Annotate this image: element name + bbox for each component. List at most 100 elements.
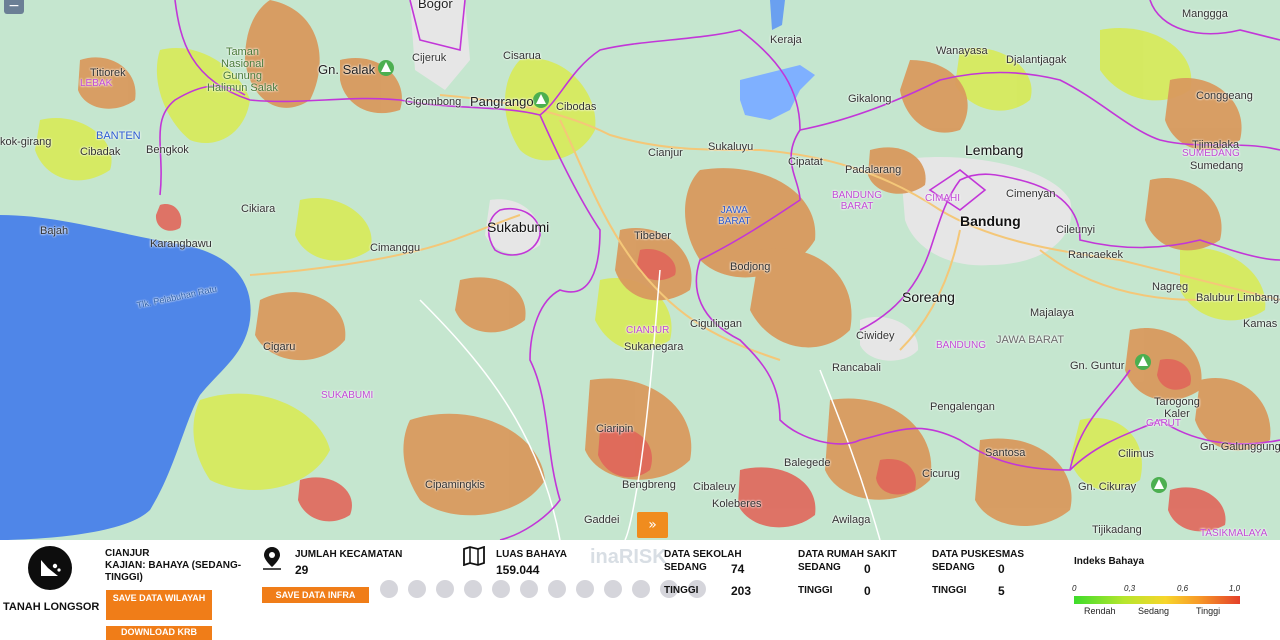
kecamatan-title: JUMLAH KECAMATAN (295, 549, 403, 560)
map-label: Keraja (770, 34, 802, 46)
map-label: Bogor (418, 0, 453, 11)
puskesmas-sedang-label: SEDANG (932, 562, 975, 573)
legend-color-bar (1074, 596, 1240, 604)
puskesmas-title: DATA PUSKESMAS (932, 549, 1025, 560)
map-label: Lembang (965, 142, 1024, 158)
map-label: Cibadak (80, 146, 121, 158)
map-label: Awilaga (832, 514, 871, 526)
map-label: Ciaripin (596, 423, 634, 435)
map-label: Djalantjagak (1006, 54, 1067, 66)
rumah-sakit-tinggi-label: TINGGI (798, 585, 833, 596)
landslide-icon (28, 546, 72, 590)
legend-class-label: Tinggi (1196, 606, 1221, 616)
download-krb-button[interactable]: DOWNLOAD KRB (106, 626, 212, 640)
map-label: Sukaluyu (708, 141, 754, 153)
map-label: Cibaleuy (693, 481, 736, 493)
map-label: Gn. Salak (318, 62, 376, 77)
map-label: Soreang (902, 289, 955, 305)
double-chevron-down-icon: » (648, 517, 657, 533)
map-label: Bodjong (730, 261, 771, 273)
map-label: Majalaya (1030, 307, 1075, 319)
map-label: SUKABUMI (321, 390, 374, 401)
rumah-sakit-title: DATA RUMAH SAKIT (798, 549, 897, 560)
map-label: Kamas (1243, 318, 1278, 330)
luas-title: LUAS BAHAYA (496, 549, 567, 560)
map-label: Wanayasa (936, 45, 988, 57)
map-label: Santosa (985, 447, 1026, 459)
hazard-map[interactable]: − Bogor Cijeruk Cisarua Keraja Wanayasa … (0, 0, 1280, 540)
puskesmas-tinggi-label: TINGGI (932, 585, 967, 596)
hazard-name: TANAH LONGSOR (3, 601, 100, 613)
sekolah-tinggi-value: 203 (731, 584, 752, 598)
map-label: GARUT (1146, 418, 1181, 429)
map-label: JAWA BARAT (718, 205, 751, 227)
legend-tick: 0 (1072, 584, 1077, 593)
legend-title: Indeks Bahaya (1074, 556, 1145, 567)
map-label: Gikalong (848, 93, 892, 105)
sekolah-sedang-label: SEDANG (664, 562, 707, 573)
map-label: Cilimus (1118, 448, 1155, 460)
save-infra-data-button[interactable]: SAVE DATA INFRA (262, 587, 369, 603)
map-label: Cisarua (503, 50, 541, 62)
map-label: Gn. Guntur (1070, 360, 1125, 372)
map-label: Ciwidey (856, 330, 895, 342)
map-label: Bajah (40, 225, 69, 237)
map-label: Cigulingan (690, 318, 742, 330)
map-label: Cijeruk (412, 52, 447, 64)
map-label: kok-girang (0, 136, 52, 148)
map-label: Tibeber (634, 230, 671, 242)
map-label: Gn. Galunggung (1200, 441, 1280, 453)
map-label: Sukabumi (487, 219, 550, 235)
info-panel: inaRISK TANAH LONGSOR CIANJUR KAJIAN: BA… (0, 540, 1280, 640)
map-label: SUMEDANG (1182, 148, 1240, 159)
map-label: Bengkok (146, 144, 189, 156)
map-label: TASIKMALAYA (1200, 528, 1268, 539)
legend-class-label: Sedang (1138, 606, 1170, 616)
rumah-sakit-sedang-label: SEDANG (798, 562, 841, 573)
map-label: Rancaekek (1068, 249, 1124, 261)
map-label: Pangrango (470, 94, 534, 109)
map-label: Bandung (960, 213, 1021, 229)
map-label: Gaddei (584, 514, 620, 526)
map-label: Cicurug (922, 468, 960, 480)
sekolah-sedang-value: 74 (731, 562, 745, 576)
map-label: Rancabali (832, 362, 881, 374)
map-label: Cigombong (405, 96, 462, 108)
expand-panel-button[interactable]: » (637, 512, 668, 538)
save-region-data-button[interactable]: SAVE DATA WILAYAH (106, 590, 212, 620)
map-label: Gn. Cikuray (1078, 481, 1137, 493)
map-label: BANTEN (96, 130, 141, 142)
map-label: Pengalengan (930, 401, 995, 413)
map-label: Balegede (784, 457, 831, 469)
rumah-sakit-sedang-value: 0 (864, 562, 871, 576)
map-label: Cipamingkis (425, 479, 485, 491)
map-label: Cikiara (241, 203, 276, 215)
map-label: Koleberes (712, 498, 762, 510)
map-label: LEBAK (80, 78, 113, 89)
legend-tick: 0,3 (1124, 584, 1136, 593)
map-label: Karangbawu (150, 238, 212, 250)
sekolah-title: DATA SEKOLAH (664, 549, 742, 560)
map-label: Nagreg (1152, 281, 1189, 293)
folded-map-icon (463, 545, 485, 571)
map-label: Cibodas (556, 101, 597, 113)
legend-tick: 1,0 (1229, 584, 1241, 593)
map-label: Conggeang (1196, 90, 1253, 102)
map-label: Tijikadang (1092, 524, 1142, 536)
kecamatan-value: 29 (295, 563, 309, 577)
zoom-out-button[interactable]: − (4, 0, 24, 14)
map-canvas (0, 0, 1280, 540)
map-label: Cigaru (263, 341, 296, 353)
rumah-sakit-tinggi-value: 0 (864, 584, 871, 598)
luas-value: 159.044 (496, 563, 540, 577)
map-label: Balubur Limbangan (1196, 292, 1280, 304)
map-label: Cimanggu (370, 242, 421, 254)
region-info: CIANJUR KAJIAN: BAHAYA (SEDANG-TINGGI) (105, 548, 245, 584)
puskesmas-sedang-value: 0 (998, 562, 1005, 576)
region-study: KAJIAN: BAHAYA (SEDANG-TINGGI) (105, 560, 242, 583)
map-label: JAWA BARAT (996, 334, 1065, 346)
map-label: BANDUNG BARAT (832, 190, 883, 212)
sekolah-tinggi-label: TINGGI (664, 585, 699, 596)
map-label: Bengbreng (622, 479, 676, 491)
puskesmas-tinggi-value: 5 (998, 584, 1005, 598)
